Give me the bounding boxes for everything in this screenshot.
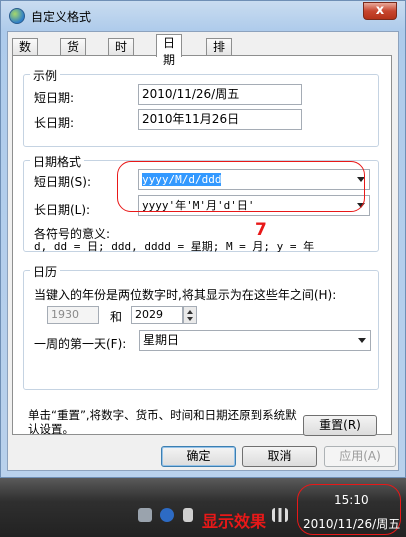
reset-button[interactable]: 重置(R) bbox=[303, 415, 377, 436]
globe-icon bbox=[9, 8, 25, 24]
tab-sort[interactable]: 排序 bbox=[206, 38, 233, 71]
example-short-value: 2010/11/26/周五 bbox=[138, 84, 302, 105]
taskbar: 显示效果 15:10 2010/11/26/周五 bbox=[0, 478, 406, 537]
reset-hint: 单击“重置”,将数字、货币、时间和日期还原到系统默认设置。 bbox=[28, 408, 297, 436]
example-group-title: 示例 bbox=[30, 67, 61, 84]
date-format-group-title: 日期格式 bbox=[30, 153, 85, 170]
calendar-group-title: 日历 bbox=[30, 263, 61, 280]
tab-time[interactable]: 时间 bbox=[108, 38, 135, 71]
first-day-label: 一周的第一天(F): bbox=[34, 337, 127, 351]
short-date-label: 短日期(S): bbox=[34, 175, 92, 189]
ok-button[interactable]: 确定 bbox=[161, 446, 236, 467]
format-highlight-outline bbox=[117, 161, 365, 212]
year-to-spinner[interactable]: 2029 bbox=[131, 306, 197, 324]
close-button[interactable]: x bbox=[363, 2, 397, 20]
first-day-value: 星期日 bbox=[143, 333, 180, 347]
spinner-arrows-icon[interactable] bbox=[183, 306, 197, 324]
apply-button: 应用(A) bbox=[324, 446, 396, 467]
example-long-value: 2010年11月26日 bbox=[138, 109, 302, 130]
tab-date[interactable]: 日期 bbox=[156, 34, 183, 67]
tab-number[interactable]: 数字 bbox=[12, 38, 39, 71]
custom-format-dialog: 自定义格式 x 数字 货币 时间 日期 排序 示例 短日期: 2010/11/2… bbox=[0, 0, 406, 478]
symbols-legend: d, dd = 日; ddd, dddd = 星期; M = 月; y = 年 bbox=[34, 240, 315, 253]
example-short-label: 短日期: bbox=[34, 91, 75, 105]
tray-options-icon[interactable] bbox=[183, 508, 193, 522]
show-effect-label: 显示效果 bbox=[202, 512, 267, 531]
tab-currency[interactable]: 货币 bbox=[60, 38, 87, 71]
date-tab-panel: 示例 短日期: 2010/11/26/周五 长日期: 2010年11月26日 日… bbox=[12, 55, 392, 436]
year-to-value: 2029 bbox=[135, 308, 163, 321]
window-title: 自定义格式 bbox=[31, 10, 92, 24]
keyboard-icon[interactable] bbox=[138, 508, 152, 522]
first-day-combo[interactable]: 星期日 bbox=[139, 330, 371, 351]
help-icon[interactable] bbox=[160, 508, 174, 522]
network-signal-icon[interactable] bbox=[272, 508, 288, 522]
clock-date[interactable]: 2010/11/26/周五 bbox=[303, 515, 400, 532]
title-bar[interactable]: 自定义格式 x bbox=[1, 1, 405, 31]
example-long-label: 长日期: bbox=[34, 116, 75, 130]
annotation-number: 7 bbox=[255, 220, 267, 240]
long-date-label: 长日期(L): bbox=[34, 203, 91, 217]
chevron-down-icon[interactable] bbox=[358, 338, 366, 343]
cancel-button[interactable]: 取消 bbox=[242, 446, 317, 467]
clock-time[interactable]: 15:10 bbox=[334, 493, 369, 507]
two-digit-year-label: 当键入的年份是两位数字时,将其显示为在这些年之间(H): bbox=[34, 288, 337, 302]
year-from-field: 1930 bbox=[47, 306, 99, 324]
and-label: 和 bbox=[110, 310, 123, 324]
dialog-body: 数字 货币 时间 日期 排序 示例 短日期: 2010/11/26/周五 长日期… bbox=[7, 31, 399, 471]
